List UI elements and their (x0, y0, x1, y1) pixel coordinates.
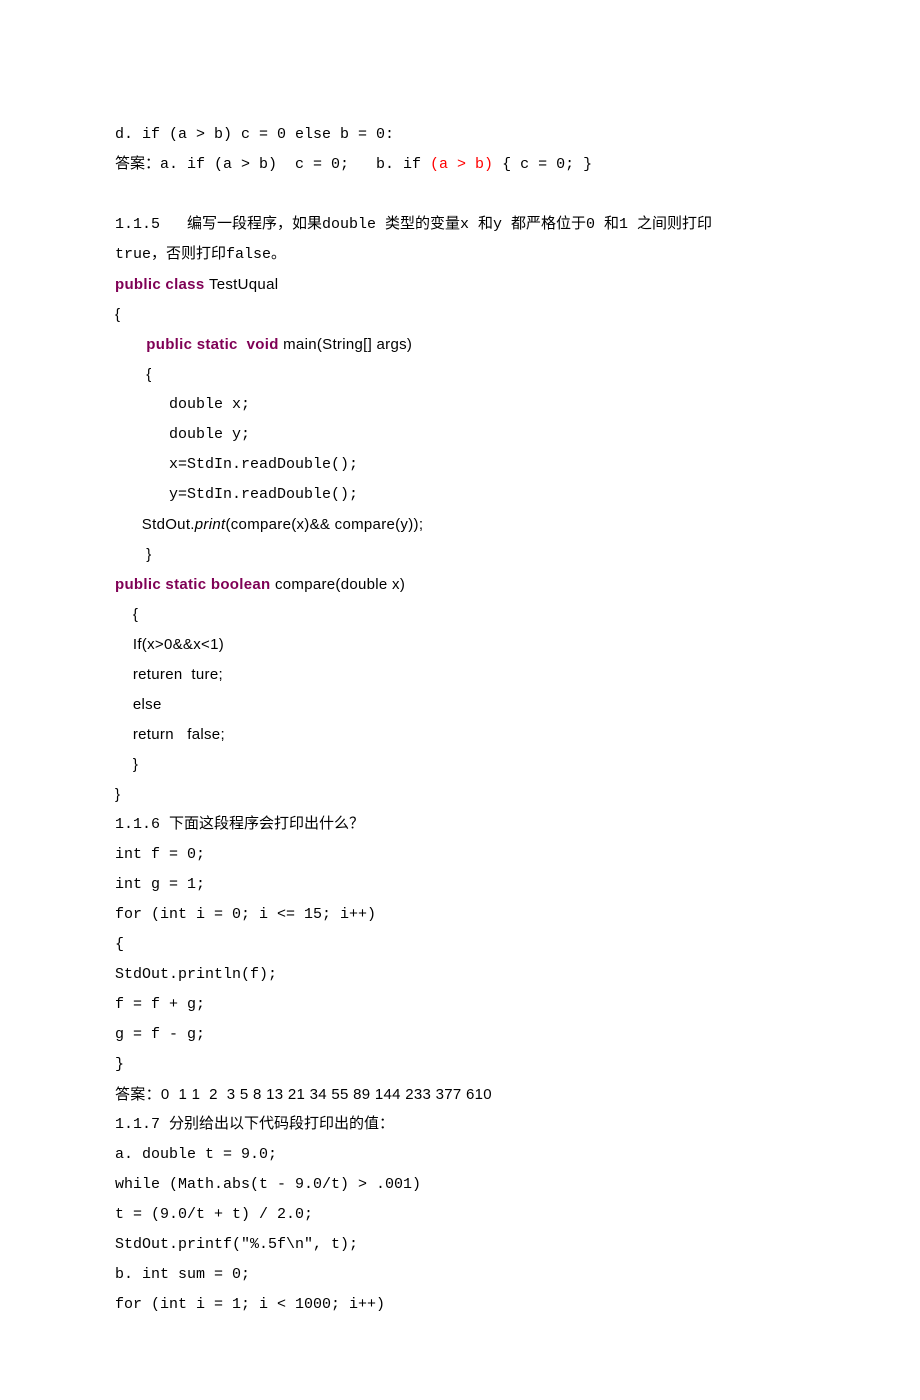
text-segment: StdOut.println(f); (115, 966, 277, 983)
code-line: 1.1.6 下面这段程序会打印出什么？ (115, 810, 805, 840)
text-segment: d. if (a > b) c = 0 else b = 0: (115, 126, 394, 143)
text-segment: double x; (115, 396, 250, 413)
code-line: for (int i = 1; i < 1000; i++) (115, 1290, 805, 1320)
code-line: a. double t = 9.0; (115, 1140, 805, 1170)
code-line: } (115, 1050, 805, 1080)
document-page: d. if (a > b) c = 0 else b = 0: 答案：a. if … (0, 0, 920, 1400)
text-segment (115, 336, 146, 353)
code-line: StdOut.println(f); (115, 960, 805, 990)
text-segment: 1.1.7 分别给出以下代码段打印出的值： (115, 1116, 394, 1133)
code-line: StdOut.print(compare(x)&& compare(y)); (115, 510, 805, 540)
text-segment: 1.1.5 编写一段程序，如果double 类型的变量x 和y 都严格位于0 和… (115, 216, 712, 233)
code-line: { (115, 300, 805, 330)
text-segment: g = f - g; (115, 1026, 205, 1043)
code-line: for (int i = 0; i <= 15; i++) (115, 900, 805, 930)
text-segment: public class (115, 276, 209, 293)
code-line: returen ture; (115, 660, 805, 690)
text-segment: while (Math.abs(t - 9.0/t) > .001) (115, 1176, 421, 1193)
code-line: } (115, 540, 805, 570)
text-segment: 答案：a. if (a > b) c = 0; b. if (115, 156, 430, 173)
text-segment: a. double t = 9.0; (115, 1146, 277, 1163)
text-segment: { (115, 366, 152, 383)
code-line: } (115, 780, 805, 810)
text-segment: 1.1.6 下面这段程序会打印出什么？ (115, 816, 364, 833)
code-line: else (115, 690, 805, 720)
text-segment: for (int i = 0; i <= 15; i++) (115, 906, 376, 923)
text-segment: (a > b) (430, 156, 493, 173)
code-line: y=StdIn.readDouble(); (115, 480, 805, 510)
code-line: public class TestUqual (115, 270, 805, 300)
text-segment: If(x>0&&x<1) (115, 636, 224, 653)
text-segment: { (115, 606, 138, 623)
code-line: t = (9.0/t + t) / 2.0; (115, 1200, 805, 1230)
code-line: true，否则打印false。 (115, 240, 805, 270)
code-line: public static boolean compare(double x) (115, 570, 805, 600)
text-segment: y=StdIn.readDouble(); (115, 486, 358, 503)
text-segment: for (int i = 1; i < 1000; i++) (115, 1296, 385, 1313)
text-segment: } (115, 756, 138, 773)
text-segment: } (115, 786, 120, 803)
code-line: StdOut.printf("%.5f\n", t); (115, 1230, 805, 1260)
code-line: { (115, 360, 805, 390)
code-line: while (Math.abs(t - 9.0/t) > .001) (115, 1170, 805, 1200)
code-line: public static void main(String[] args) (115, 330, 805, 360)
code-line: { (115, 600, 805, 630)
text-segment: x=StdIn.readDouble(); (115, 456, 358, 473)
text-segment: } (115, 546, 152, 563)
code-line: 答案：0 1 1 2 3 5 8 13 21 34 55 89 144 233 … (115, 1080, 805, 1110)
text-segment: b. int sum = 0; (115, 1266, 250, 1283)
code-line (115, 180, 805, 210)
text-segment: 答案：0 1 1 2 3 5 8 13 21 34 55 89 144 233 … (115, 1086, 492, 1103)
text-segment: { (115, 936, 124, 953)
text-segment: return false; (115, 726, 225, 743)
code-line: { (115, 930, 805, 960)
text-segment: returen ture; (115, 666, 223, 683)
code-line: d. if (a > b) c = 0 else b = 0: (115, 120, 805, 150)
text-segment: int g = 1; (115, 876, 205, 893)
text-segment: public static void (146, 336, 283, 353)
code-line: b. int sum = 0; (115, 1260, 805, 1290)
document-content: d. if (a > b) c = 0 else b = 0: 答案：a. if … (115, 120, 805, 1320)
text-segment: t = (9.0/t + t) / 2.0; (115, 1206, 313, 1223)
text-segment: TestUqual (209, 276, 278, 293)
text-segment (115, 186, 124, 203)
text-segment: { (115, 306, 120, 323)
text-segment: compare(double x) (275, 576, 405, 593)
code-line: g = f - g; (115, 1020, 805, 1050)
code-line: 1.1.7 分别给出以下代码段打印出的值： (115, 1110, 805, 1140)
text-segment: double y; (115, 426, 250, 443)
text-segment: print (195, 516, 226, 533)
code-line: double x; (115, 390, 805, 420)
text-segment: StdOut. (115, 516, 195, 533)
text-segment: StdOut.printf("%.5f\n", t); (115, 1236, 358, 1253)
text-segment: true，否则打印false。 (115, 246, 286, 263)
text-segment: f = f + g; (115, 996, 205, 1013)
code-line: If(x>0&&x<1) (115, 630, 805, 660)
code-line: } (115, 750, 805, 780)
code-line: int g = 1; (115, 870, 805, 900)
text-segment: } (115, 1056, 124, 1073)
text-segment: { c = 0; } (493, 156, 592, 173)
text-segment: main(String[] args) (283, 336, 412, 353)
code-line: double y; (115, 420, 805, 450)
code-line: int f = 0; (115, 840, 805, 870)
code-line: 1.1.5 编写一段程序，如果double 类型的变量x 和y 都严格位于0 和… (115, 210, 805, 240)
text-segment: else (115, 696, 162, 713)
code-line: x=StdIn.readDouble(); (115, 450, 805, 480)
code-line: f = f + g; (115, 990, 805, 1020)
code-line: 答案：a. if (a > b) c = 0; b. if (a > b) { … (115, 150, 805, 180)
code-line: return false; (115, 720, 805, 750)
text-segment: public static boolean (115, 576, 275, 593)
text-segment: int f = 0; (115, 846, 205, 863)
text-segment: (compare(x)&& compare(y)); (225, 516, 423, 533)
